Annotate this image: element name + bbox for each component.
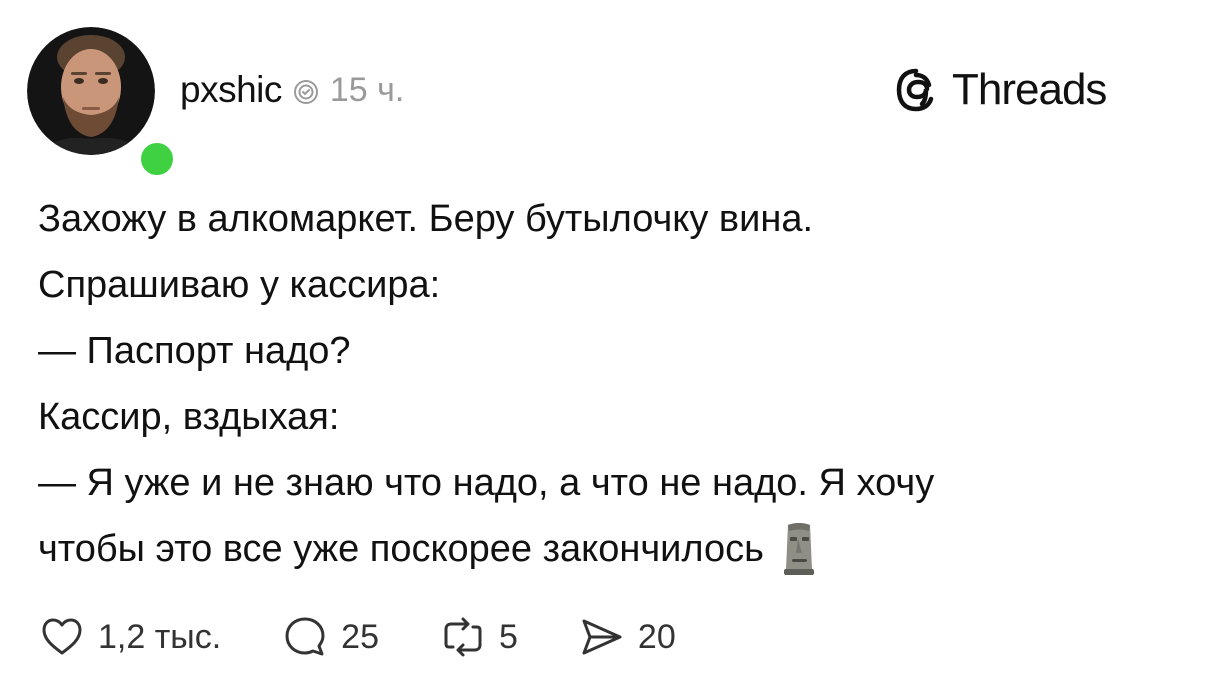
post-line: — Я уже и не знаю что надо, а что не над…	[38, 462, 935, 504]
brand-name: Threads	[952, 65, 1107, 114]
like-count: 1,2 тыс.	[98, 617, 222, 656]
share-button[interactable]: 20	[578, 613, 676, 661]
threads-brand: Threads	[892, 62, 1107, 118]
post-body: Захожу в алкомаркет. Беру бутылочку вина…	[38, 186, 1168, 582]
post-line: — Паспорт надо?	[38, 330, 351, 372]
repost-icon	[444, 617, 482, 657]
post-line: Спрашиваю у кассира:	[38, 264, 441, 306]
post-header: pxshic 15 ч.	[180, 68, 404, 112]
online-status-dot	[136, 138, 178, 180]
share-count: 20	[637, 617, 676, 656]
moai-icon	[783, 523, 814, 575]
comment-icon	[285, 617, 325, 656]
avatar[interactable]	[27, 27, 178, 180]
send-icon	[582, 619, 622, 655]
action-bar: 1,2 тыс. 25 5 20	[38, 612, 736, 662]
like-button[interactable]: 1,2 тыс.	[38, 613, 221, 661]
reply-count: 25	[341, 617, 379, 656]
threads-logo-icon	[896, 68, 934, 112]
username[interactable]: pxshic	[180, 69, 282, 111]
reply-button[interactable]: 25	[281, 613, 379, 661]
repost-button[interactable]: 5	[439, 613, 518, 661]
post-line: Кассир, вздыхая:	[38, 396, 340, 438]
post-line-text: чтобы это все уже поскорее закончилось	[38, 528, 764, 570]
post-time: 15 ч.	[329, 70, 405, 109]
avatar-photo	[27, 27, 155, 155]
repost-count: 5	[499, 617, 518, 656]
post-line-last: чтобы это все уже поскорее закончилось	[38, 516, 1168, 582]
verified-icon	[293, 80, 318, 104]
post-line: Захожу в алкомаркет. Беру бутылочку вина…	[38, 198, 814, 240]
heart-icon	[42, 618, 82, 655]
